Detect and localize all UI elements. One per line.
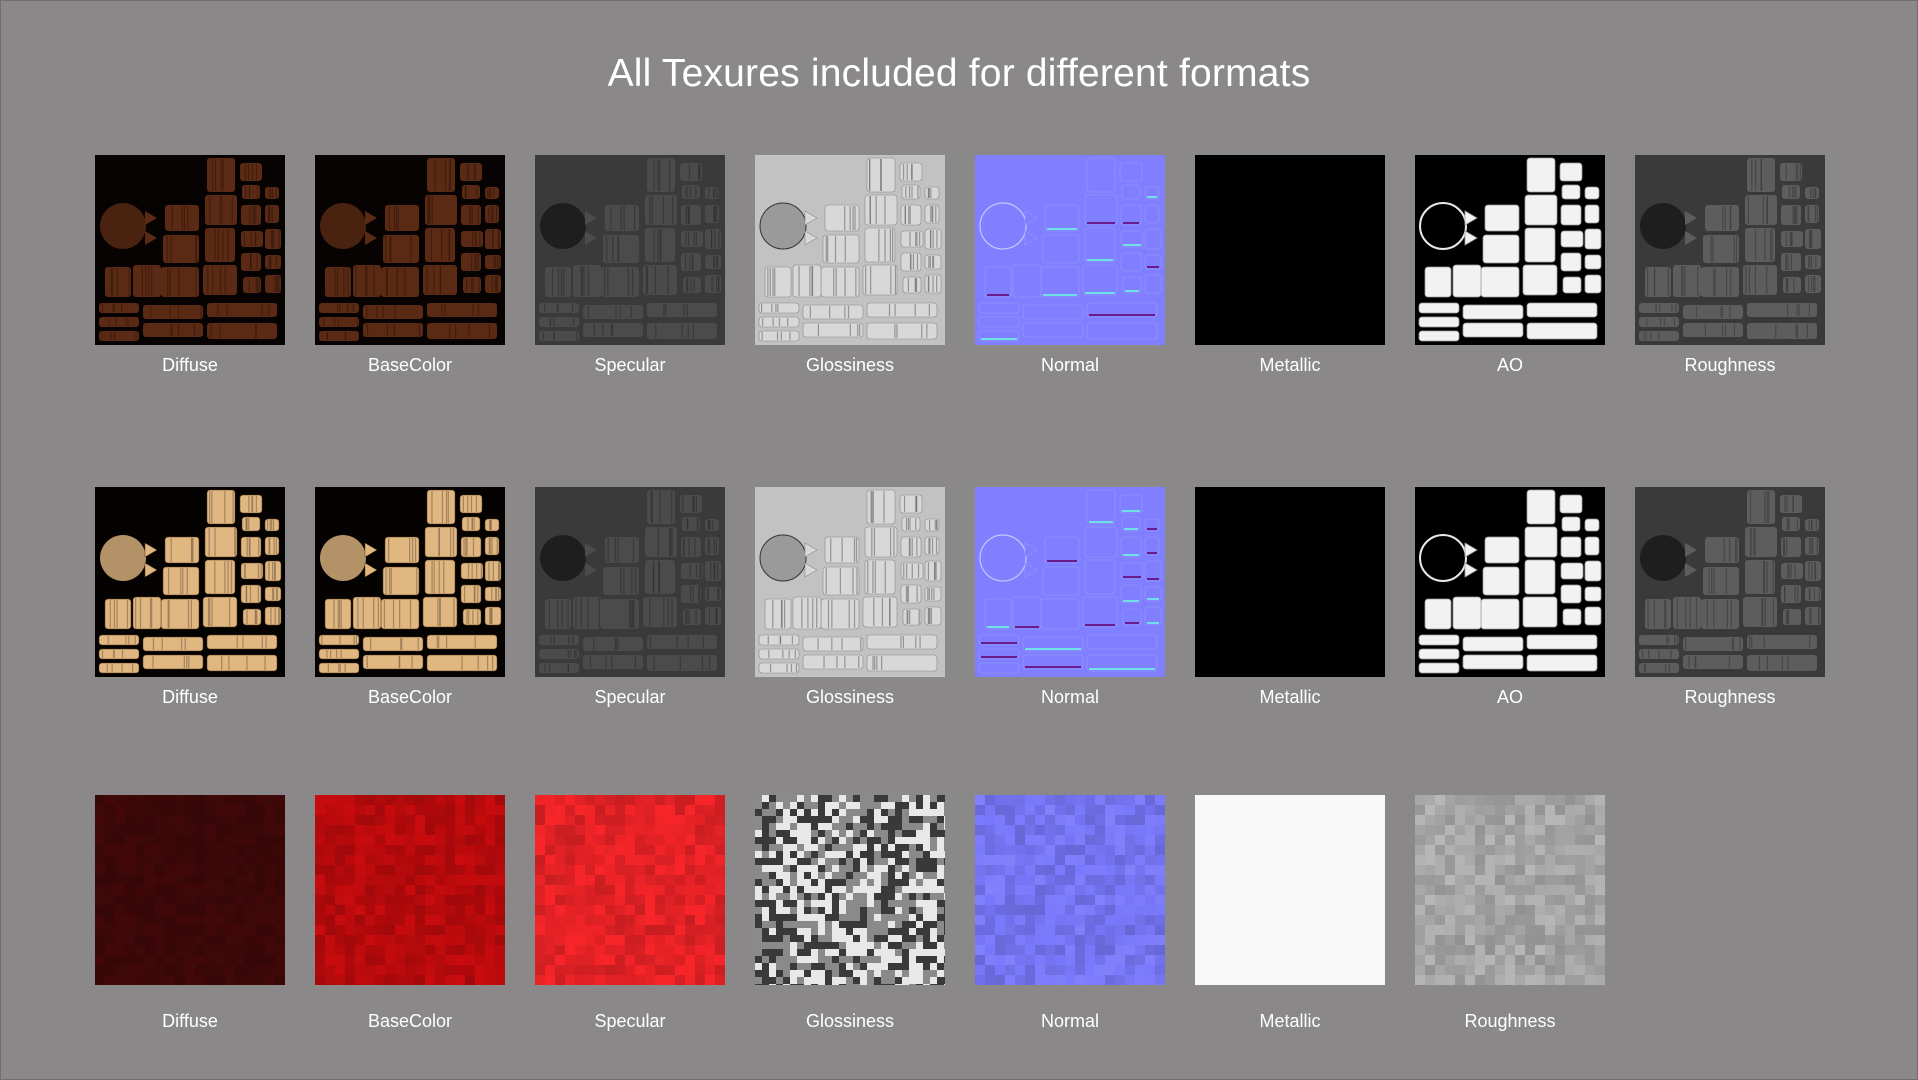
texture-image [535,155,725,345]
texture-label: BaseColor [367,1011,453,1031]
texture-label: Roughness [1464,1011,1556,1031]
texture-swatch-diffuse [95,487,285,677]
texture-image [315,795,505,985]
texture-image [1195,155,1385,345]
texture-label: AO [1496,355,1523,375]
texture-swatch-glossiness [755,795,945,985]
texture-image [535,795,725,985]
texture-label: Glossiness [805,687,895,707]
texture-swatch-normal [975,155,1165,345]
texture-swatch-ao [1415,487,1605,677]
texture-label: Diffuse [162,355,218,375]
texture-image [755,795,945,985]
texture-image [1415,487,1605,677]
texture-swatch-glossiness [755,155,945,345]
texture-image [975,487,1165,677]
texture-image [95,795,285,985]
texture-swatch-roughness [1635,155,1825,345]
texture-tile-metallic: Metallic [1195,487,1385,708]
texture-image [1635,487,1825,677]
texture-label: Diffuse [162,1011,218,1031]
texture-swatch-specular [535,155,725,345]
texture-swatch-roughness [1635,487,1825,677]
texture-image [1415,795,1605,985]
texture-label: Normal [1040,1011,1099,1031]
texture-swatch-normal [975,487,1165,677]
texture-label: Roughness [1684,687,1776,707]
texture-label: Normal [1040,355,1099,375]
texture-swatch-glossiness [755,487,945,677]
texture-swatch-specular [535,487,725,677]
texture-label: Roughness [1684,355,1776,375]
texture-swatch-roughness [1415,795,1605,985]
texture-swatch-basecolor [315,795,505,985]
texture-image [1635,155,1825,345]
texture-label: Diffuse [162,687,218,707]
texture-image [315,155,505,345]
texture-swatch-metallic [1195,487,1385,677]
texture-tile-ao: AO [1415,487,1605,708]
texture-swatch-specular [535,795,725,985]
texture-label: Specular [594,355,666,375]
texture-label: Glossiness [805,1011,895,1031]
texture-tile-diffuse: Diffuse [95,155,285,376]
texture-tile-diffuse: Diffuse [95,795,285,1032]
texture-swatch-basecolor [315,487,505,677]
texture-image [95,487,285,677]
texture-label: Specular [594,687,666,707]
texture-image [975,155,1165,345]
texture-tile-glossiness: Glossiness [755,487,945,708]
texture-swatch-metallic [1195,155,1385,345]
texture-tile-basecolor: BaseColor [315,795,505,1032]
texture-image [1195,795,1385,985]
texture-tile-glossiness: Glossiness [755,795,945,1032]
texture-swatch-diffuse [95,795,285,985]
texture-tile-metallic: Metallic [1195,795,1385,1032]
texture-tile-roughness: Roughness [1415,795,1605,1032]
texture-tile-specular: Specular [535,155,725,376]
texture-label: Metallic [1259,1011,1321,1031]
texture-label: Glossiness [805,355,895,375]
texture-tile-basecolor: BaseColor [315,155,505,376]
texture-swatch-ao [1415,155,1605,345]
texture-label: Specular [594,1011,666,1031]
texture-swatch-normal [975,795,1165,985]
texture-tile-specular: Specular [535,487,725,708]
texture-tile-glossiness: Glossiness [755,155,945,376]
texture-label: Normal [1040,687,1099,707]
texture-swatch-metallic [1195,795,1385,985]
texture-label: AO [1496,687,1523,707]
texture-swatch-diffuse [95,155,285,345]
texture-image [755,155,945,345]
texture-image [535,487,725,677]
texture-tile-roughness: Roughness [1635,487,1825,708]
texture-label: Metallic [1259,355,1321,375]
texture-tile-diffuse: Diffuse [95,487,285,708]
texture-tile-normal: Normal [975,795,1165,1032]
texture-tile-normal: Normal [975,487,1165,708]
texture-image [975,795,1165,985]
texture-label: Metallic [1259,687,1321,707]
texture-image [1195,487,1385,677]
texture-label: BaseColor [367,355,453,375]
texture-image [755,487,945,677]
texture-label: BaseColor [367,687,453,707]
texture-tile-roughness: Roughness [1635,155,1825,376]
texture-tile-basecolor: BaseColor [315,487,505,708]
texture-tile-normal: Normal [975,155,1165,376]
texture-tile-ao: AO [1415,155,1605,376]
page-title: All Texures included for different forma… [607,52,1311,95]
texture-swatch-basecolor [315,155,505,345]
texture-image [1415,155,1605,345]
texture-tile-specular: Specular [535,795,725,1032]
texture-image [315,487,505,677]
frame-border [0,0,1918,1080]
texture-image [95,155,285,345]
texture-tile-metallic: Metallic [1195,155,1385,376]
